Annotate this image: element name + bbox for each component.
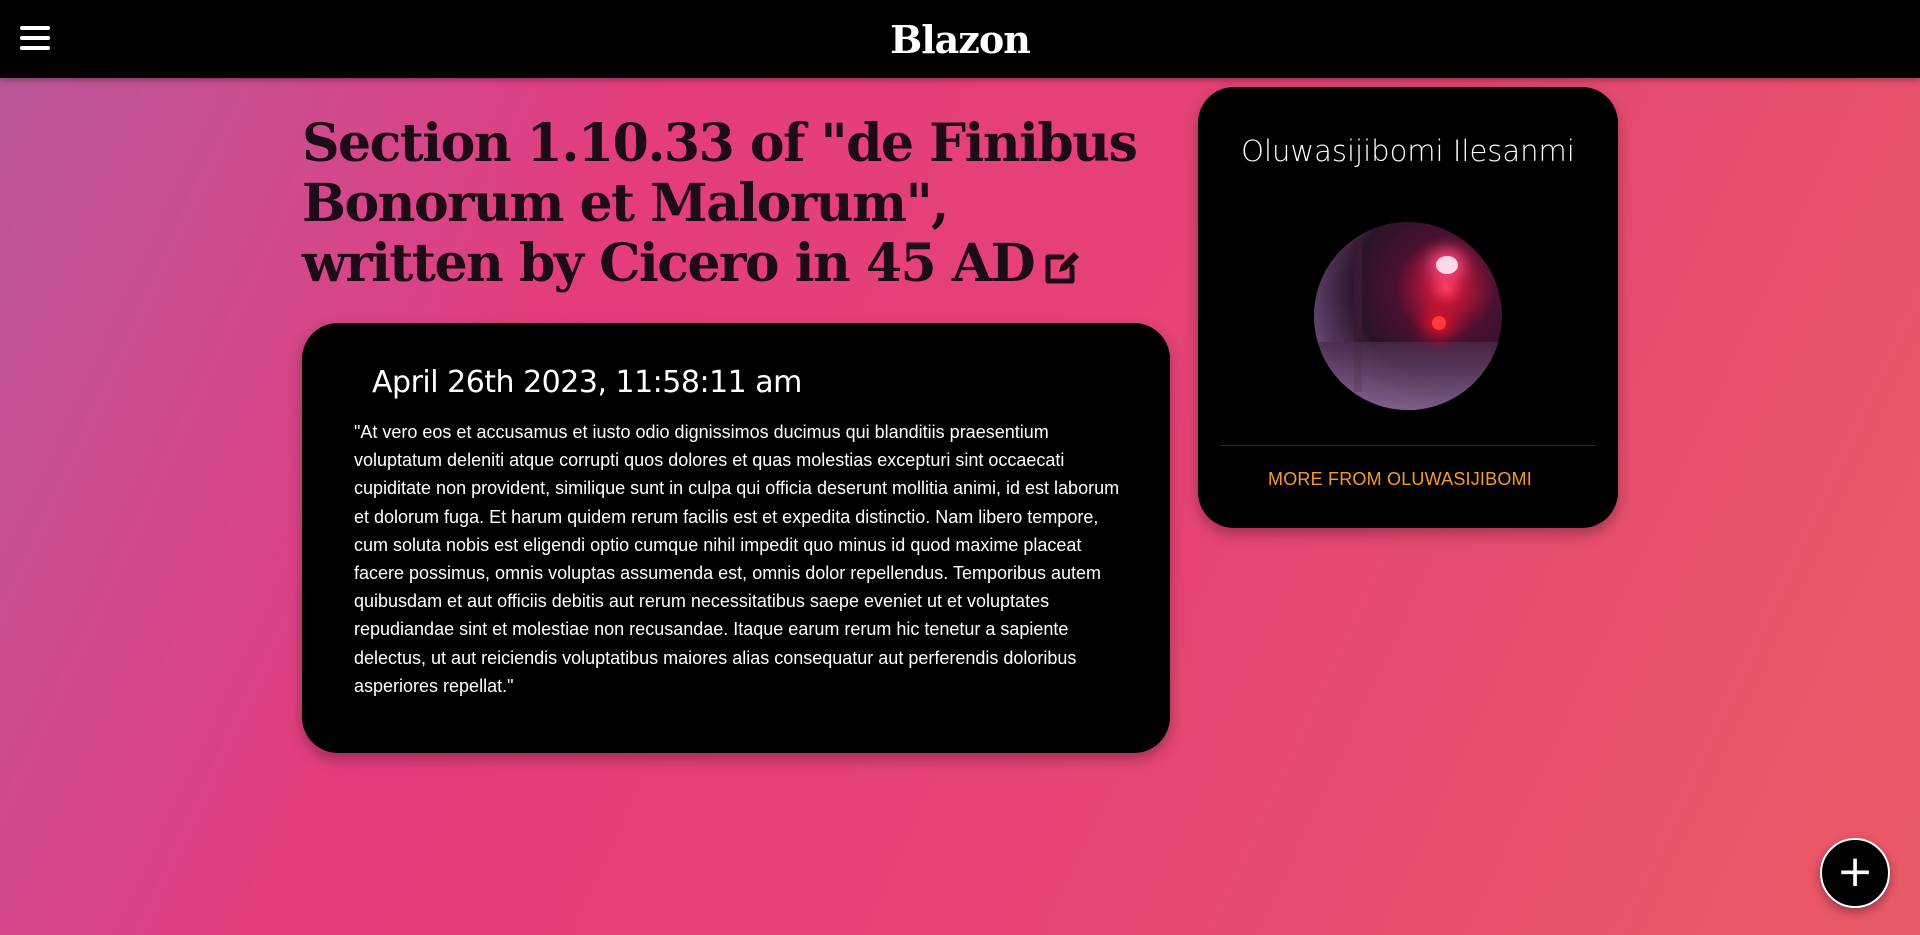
post-title-text: Section 1.10.33 of "de Finibus Bonorum e… [302, 113, 1138, 294]
post-date: April 26th 2023, 11:58:11 am [372, 365, 802, 400]
post-card: April 26th 2023, 11:58:11 am "At vero eo… [302, 323, 1170, 753]
post-title: Section 1.10.33 of "de Finibus Bonorum e… [302, 114, 1142, 294]
more-from-author-link[interactable]: MORE FROM OLUWASIJIBOMI [1268, 469, 1532, 490]
top-navbar: Blazon [0, 0, 1920, 78]
edit-pencil-icon[interactable] [1040, 242, 1084, 286]
author-avatar [1314, 222, 1502, 410]
hamburger-menu-icon[interactable] [20, 26, 50, 50]
add-post-button[interactable]: + [1820, 838, 1890, 908]
card-divider [1220, 445, 1596, 446]
post-body: "At vero eos et accusamus et iusto odio … [354, 422, 1120, 696]
author-card: Oluwasijibomi Ilesanmi MORE FROM OLUWASI… [1198, 87, 1618, 528]
brand-logo[interactable]: Blazon [0, 0, 1920, 78]
plus-icon: + [1836, 846, 1874, 897]
author-name: Oluwasijibomi Ilesanmi [1241, 134, 1575, 168]
